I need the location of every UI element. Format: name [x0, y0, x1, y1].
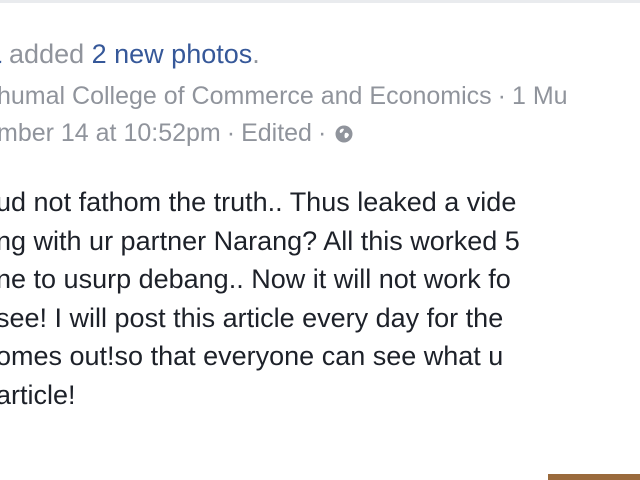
edited-label[interactable]: Edited — [241, 119, 312, 147]
author-name[interactable]: a — [0, 39, 1, 69]
attached-photo[interactable] — [548, 474, 640, 480]
post-timestamp[interactable]: mber 14 at 10:52pm — [0, 119, 221, 147]
divider — [0, 0, 640, 3]
post-body-line: omes out!so that everyone can see what u — [0, 341, 504, 371]
location-line: humal College of Commerce and Economics ·… — [0, 80, 568, 112]
post-body-line: ud not fathom the truth.. Thus leaked a … — [0, 187, 517, 217]
post-body-line: ng with ur partner Narang? All this work… — [0, 225, 520, 256]
post-body-line: see! I will post this article every day … — [0, 302, 504, 333]
post-body-line: ne to usurp debang.. Now it will not wor… — [0, 264, 511, 294]
post-body: ud not fathom the truth.. Thus leaked a … — [0, 183, 640, 414]
action-suffix: . — [252, 39, 260, 69]
location-extra[interactable]: 1 Mu — [512, 82, 568, 110]
post-body-line: article! — [0, 379, 76, 410]
facebook-post-crop: aadded 2 new photos. humal College of Co… — [0, 0, 640, 480]
separator-dot: · — [317, 119, 327, 147]
location-link[interactable]: humal College of Commerce and Economics — [0, 82, 492, 110]
separator-dot: · — [226, 119, 236, 147]
separator-dot: · — [497, 82, 506, 110]
post-header: aadded 2 new photos. — [0, 36, 260, 72]
photos-link[interactable]: 2 new photos — [92, 39, 253, 69]
post-action-text: added — [9, 39, 92, 69]
globe-icon[interactable] — [334, 120, 354, 143]
timestamp-line: mber 14 at 10:52pm · Edited · — [0, 117, 354, 149]
